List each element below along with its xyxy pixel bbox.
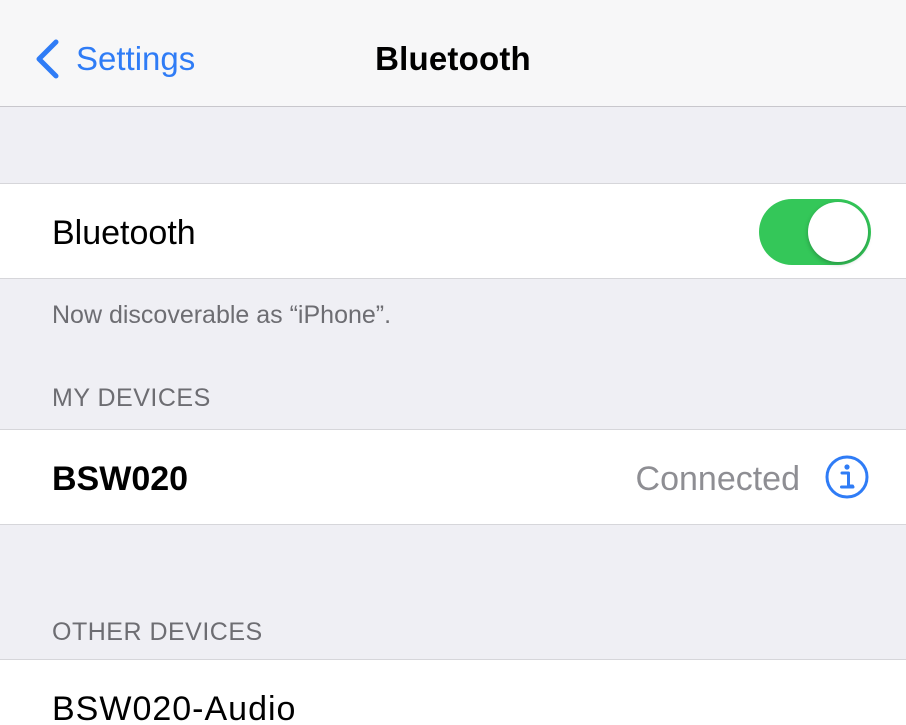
page-title: Bluetooth: [375, 40, 531, 77]
device-name: BSW020: [52, 460, 189, 498]
device-name: BSW020-Audio: [52, 690, 297, 725]
connection-status: Connected: [635, 460, 800, 498]
bluetooth-toggle-row: Bluetooth: [0, 183, 906, 279]
switch-knob: [808, 202, 868, 262]
bluetooth-toggle-label: Bluetooth: [52, 214, 196, 252]
device-row-bsw020[interactable]: BSW020 Connected: [0, 429, 906, 525]
my-devices-header: MY DEVICES: [52, 384, 211, 412]
other-devices-header: OTHER DEVICES: [52, 618, 263, 646]
device-row-bsw020-audio[interactable]: BSW020-Audio: [0, 659, 906, 725]
discoverable-note: Now discoverable as “iPhone”.: [52, 301, 392, 329]
info-icon[interactable]: [824, 454, 870, 500]
bluetooth-switch[interactable]: [759, 199, 871, 265]
navigation-bar: Settings Bluetooth: [0, 0, 906, 107]
bluetooth-settings-screen: Settings Bluetooth Bluetooth Now discove…: [0, 0, 906, 725]
